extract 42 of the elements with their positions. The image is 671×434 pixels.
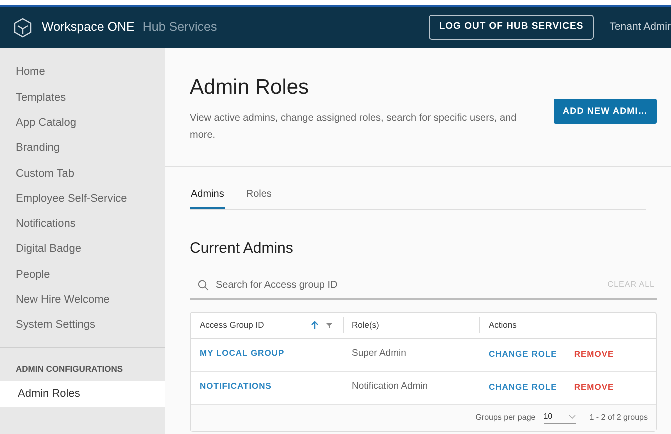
- section-title: Current Admins: [190, 239, 294, 259]
- product-name: Hub Services: [142, 19, 218, 36]
- change-role-link[interactable]: CHANGE ROLE: [489, 381, 558, 394]
- page-description: View active admins, change assigned roles, search for specific users, and more.: [190, 112, 518, 143]
- sidebar-item[interactable]: Templates: [0, 85, 165, 111]
- tab[interactable]: Roles: [245, 187, 273, 209]
- column-header[interactable]: Access Group ID: [200, 318, 264, 332]
- page-title: Admin Roles: [190, 75, 310, 101]
- sidebar-item[interactable]: Notifications: [0, 212, 165, 238]
- filter-icon[interactable]: [326, 322, 333, 328]
- sort-arrow-icon[interactable]: [311, 320, 319, 330]
- add-admin-button[interactable]: ADD NEW ADMI…: [554, 99, 657, 124]
- user-name[interactable]: Tenant Admir: [610, 20, 671, 36]
- column-header: Actions: [489, 320, 517, 330]
- remove-link[interactable]: REMOVE: [574, 381, 614, 394]
- sidebar-item[interactable]: App Catalog: [0, 110, 165, 136]
- sidebar-item[interactable]: Branding: [0, 136, 165, 162]
- sidebar-item[interactable]: Admin Roles: [0, 381, 165, 407]
- logout-button[interactable]: LOG OUT OF HUB SERVICES: [429, 15, 594, 40]
- change-role-link[interactable]: CHANGE ROLE: [489, 348, 558, 361]
- sidebar-item[interactable]: System Settings: [0, 312, 165, 338]
- brand-name: Workspace ONE: [42, 19, 135, 36]
- section-heading: ADMIN CONFIGURATIONS: [15, 362, 124, 376]
- sidebar-item[interactable]: Employee Self-Service: [0, 186, 165, 212]
- remove-link[interactable]: REMOVE: [574, 348, 614, 361]
- sidebar-item[interactable]: Digital Badge: [0, 237, 165, 262]
- pagination-range: 1 - 2 of 2 groups: [590, 412, 648, 424]
- tab[interactable]: Admins: [190, 187, 226, 209]
- sidebar-item[interactable]: Home: [0, 60, 165, 86]
- sidebar-item[interactable]: New Hire Welcome: [0, 288, 165, 313]
- sidebar-item[interactable]: People: [0, 262, 165, 288]
- group-link[interactable]: MY LOCAL GROUP: [200, 348, 285, 358]
- sidebar-item[interactable]: Custom Tab: [0, 161, 165, 186]
- group-link[interactable]: NOTIFICATIONS: [200, 381, 272, 392]
- hexagon-logo-icon: [14, 18, 32, 38]
- role-cell: Notification Admin: [352, 381, 428, 392]
- column-header: Role(s): [352, 318, 380, 332]
- role-cell: Super Admin: [352, 348, 406, 360]
- chevron-down-icon: [568, 415, 576, 419]
- per-page-select[interactable]: 10: [544, 411, 576, 424]
- per-page-label: Groups per page: [476, 412, 536, 424]
- search-icon: [198, 280, 209, 290]
